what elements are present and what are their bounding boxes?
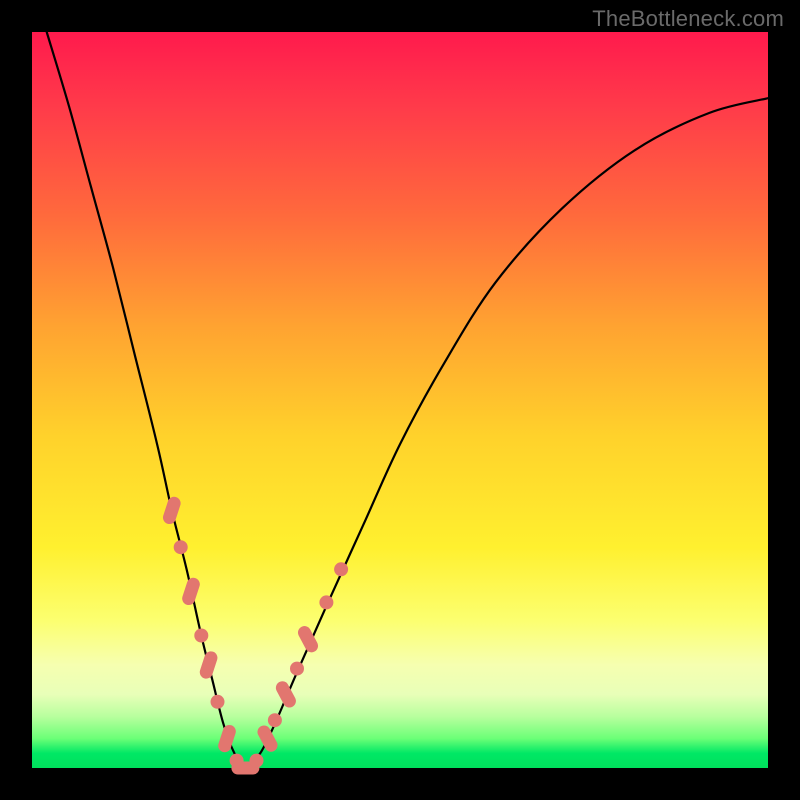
- data-marker: [194, 629, 208, 643]
- chart-frame: TheBottleneck.com: [0, 0, 800, 800]
- data-marker: [319, 595, 333, 609]
- data-marker: [334, 562, 348, 576]
- markers-group: [161, 495, 348, 774]
- data-marker: [255, 723, 280, 754]
- data-marker: [161, 495, 182, 526]
- plot-area: [32, 32, 768, 768]
- data-marker: [174, 540, 188, 554]
- bottleneck-curve: [47, 32, 768, 768]
- chart-svg: [32, 32, 768, 768]
- data-marker: [290, 662, 304, 676]
- data-marker: [198, 650, 219, 681]
- data-marker: [250, 754, 264, 768]
- data-marker: [216, 723, 237, 754]
- data-marker: [274, 679, 299, 710]
- data-marker: [211, 695, 225, 709]
- watermark-text: TheBottleneck.com: [592, 6, 784, 32]
- data-marker: [268, 713, 282, 727]
- data-marker: [180, 576, 201, 607]
